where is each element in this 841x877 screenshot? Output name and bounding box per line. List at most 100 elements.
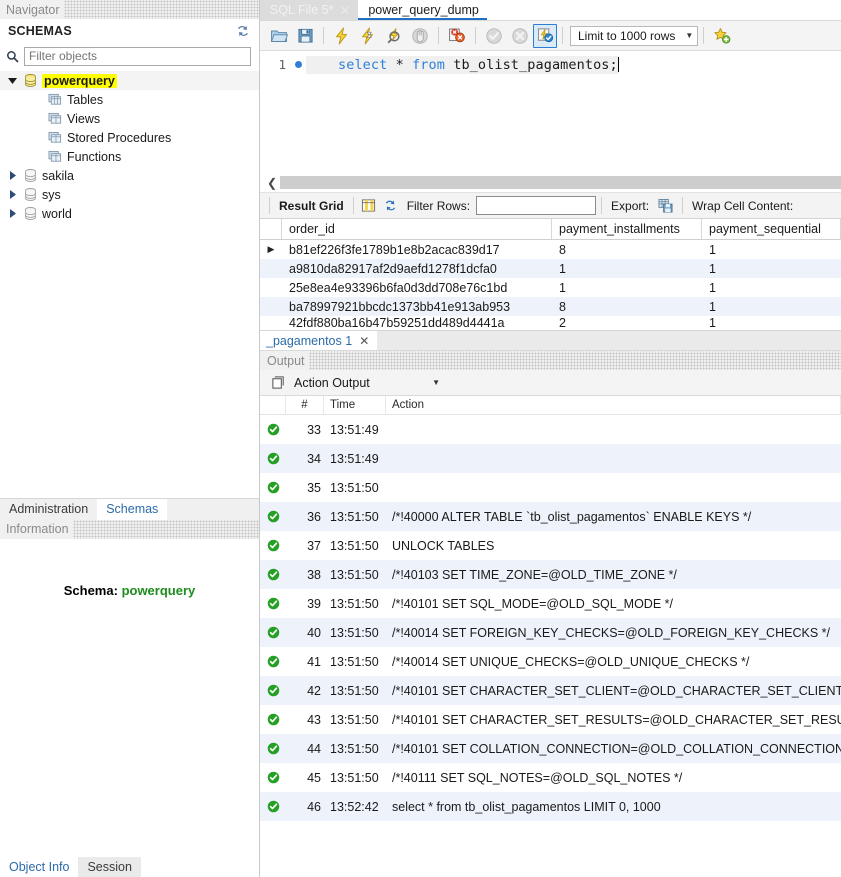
open-sql-script-icon[interactable] (266, 23, 292, 49)
output-row[interactable]: 46 13:52:42 select * from tb_olist_pagam… (260, 792, 841, 821)
chevron-down-icon[interactable]: ▼ (675, 31, 693, 40)
table-row[interactable]: a9810da82917af2d9aefd1278f1dcfa0 1 1 (260, 259, 841, 278)
scrollbar-thumb[interactable] (280, 176, 841, 189)
output-row[interactable]: 42 13:51:50 /*!40101 SET CHARACTER_SET_C… (260, 676, 841, 705)
output-row-time: 13:51:49 (330, 422, 379, 437)
output-row[interactable]: 43 13:51:50 /*!40101 SET CHARACTER_SET_R… (260, 705, 841, 734)
output-type-dropdown[interactable]: Action Output ▼ (294, 373, 444, 392)
cell-payment-sequential[interactable]: 1 (702, 316, 841, 330)
tab-sql-file-5[interactable]: SQL File 5* ✕ (260, 0, 359, 20)
cell-payment-installments[interactable]: 2 (552, 316, 702, 330)
row-limit-dropdown[interactable]: Limit to 1000 rows ▼ (570, 25, 699, 46)
export-recordset-icon[interactable] (653, 196, 677, 216)
cell-order-id[interactable]: a9810da82917af2d9aefd1278f1dcfa0 (282, 259, 552, 278)
result-subtabs: _pagamentos 1 ✕ (260, 330, 841, 350)
toolbar-separator (438, 27, 439, 44)
sql-editor[interactable]: 1 select * from tb_olist_pagamentos; (260, 51, 841, 173)
expand-arrow-right-icon[interactable] (6, 208, 19, 219)
tree-item-tables[interactable]: Tables (0, 90, 259, 109)
toggle-autocommit-icon[interactable] (533, 23, 557, 48)
result-grid-toolbar: Result Grid Filter Rows: Export: Wrap Ce… (260, 192, 841, 219)
filter-rows-input[interactable] (476, 196, 597, 215)
column-header-payment-installments[interactable]: payment_installments (552, 219, 702, 239)
tables-icon (48, 93, 63, 107)
output-row[interactable]: 41 13:51:50 /*!40014 SET UNIQUE_CHECKS=@… (260, 647, 841, 676)
execute-statement-icon[interactable] (329, 23, 355, 49)
table-row[interactable]: 25e8ea4e93396b6fa0d3dd708e76c1bd 1 1 (260, 278, 841, 297)
cell-payment-installments[interactable]: 8 (552, 297, 702, 316)
toggle-stop-on-error-icon[interactable] (444, 23, 470, 49)
cell-payment-sequential[interactable]: 1 (702, 259, 841, 278)
rollback-icon[interactable] (507, 23, 533, 49)
cell-payment-installments[interactable]: 1 (552, 278, 702, 297)
tree-item-world[interactable]: world (0, 204, 259, 223)
tab-administration[interactable]: Administration (0, 499, 97, 520)
expand-arrow-right-icon[interactable] (6, 170, 19, 181)
cell-payment-installments[interactable]: 1 (552, 259, 702, 278)
stop-execution-icon[interactable] (407, 23, 433, 49)
output-row[interactable]: 40 13:51:50 /*!40014 SET FOREIGN_KEY_CHE… (260, 618, 841, 647)
tree-item-powerquery[interactable]: powerquery (0, 71, 259, 90)
output-action-list[interactable]: 33 13:51:49 34 13:51:49 35 13:51:50 36 1… (260, 415, 841, 877)
column-header-payment-sequential[interactable]: payment_sequential (702, 219, 841, 239)
column-header-order-id[interactable]: order_id (282, 219, 552, 239)
explain-query-icon[interactable] (381, 23, 407, 49)
cell-order-id[interactable]: b81ef226f3fe1789b1e8b2acac839d17 (282, 240, 552, 259)
editor-horizontal-scrollbar[interactable]: ❮ (260, 173, 841, 192)
grid-view-icon[interactable] (359, 196, 379, 216)
close-icon[interactable]: ✕ (339, 4, 350, 17)
tree-item-functions[interactable]: Functions (0, 147, 259, 166)
beautify-sql-icon[interactable] (709, 23, 735, 49)
output-row[interactable]: 33 13:51:49 (260, 415, 841, 444)
schema-info-line: Schema: powerquery (0, 583, 259, 598)
chevron-left-icon[interactable]: ❮ (264, 176, 280, 190)
table-row[interactable]: ba78997921bbcdc1373bb41e913ab953 8 1 (260, 297, 841, 316)
output-row[interactable]: 34 13:51:49 (260, 444, 841, 473)
cell-payment-installments[interactable]: 8 (552, 240, 702, 259)
save-script-icon[interactable] (292, 23, 318, 49)
expand-arrow-right-icon[interactable] (6, 189, 19, 200)
tab-object-info[interactable]: Object Info (0, 857, 78, 877)
tree-item-sys[interactable]: sys (0, 185, 259, 204)
output-row[interactable]: 36 13:51:50 /*!40000 ALTER TABLE `tb_oli… (260, 502, 841, 531)
chevron-down-icon[interactable]: ▼ (432, 378, 440, 387)
close-icon[interactable]: ✕ (359, 334, 369, 348)
execute-current-statement-icon[interactable] (355, 23, 381, 49)
tree-item-stored-procedures[interactable]: Stored Procedures (0, 128, 259, 147)
output-row[interactable]: 44 13:51:50 /*!40101 SET COLLATION_CONNE… (260, 734, 841, 763)
output-row[interactable]: 39 13:51:50 /*!40101 SET SQL_MODE=@OLD_S… (260, 589, 841, 618)
cell-payment-sequential[interactable]: 1 (702, 240, 841, 259)
result-grid-label[interactable]: Result Grid (275, 199, 348, 213)
expand-arrow-down-icon[interactable] (6, 75, 19, 86)
tree-item-views[interactable]: Views (0, 109, 259, 128)
tab-power-query-dump[interactable]: power_query_dump (358, 0, 487, 20)
code-token-keyword: from (412, 56, 445, 73)
statement-marker-icon[interactable] (290, 61, 306, 68)
output-panel-icon[interactable] (268, 373, 288, 393)
commit-icon[interactable] (481, 23, 507, 49)
row-marker (260, 297, 282, 316)
filter-objects-input[interactable] (24, 46, 251, 66)
table-row[interactable]: ▶ b81ef226f3fe1789b1e8b2acac839d17 8 1 (260, 240, 841, 259)
result-tab-pagamentos[interactable]: _pagamentos 1 ✕ (260, 331, 378, 350)
status-ok-icon (260, 539, 286, 552)
cell-order-id[interactable]: 42fdf880ba16b47b59251dd489d4441a (282, 316, 552, 330)
table-row[interactable]: 42fdf880ba16b47b59251dd489d4441a 2 1 (260, 316, 841, 330)
cell-payment-sequential[interactable]: 1 (702, 278, 841, 297)
output-row-action: /*!40014 SET FOREIGN_KEY_CHECKS=@OLD_FOR… (392, 625, 830, 640)
refresh-rows-icon[interactable] (379, 196, 403, 216)
tree-item-sakila[interactable]: sakila (0, 166, 259, 185)
output-row[interactable]: 35 13:51:50 (260, 473, 841, 502)
tab-schemas[interactable]: Schemas (97, 498, 168, 520)
cell-payment-sequential[interactable]: 1 (702, 297, 841, 316)
refresh-icon[interactable] (235, 23, 251, 39)
code-text[interactable]: select * from tb_olist_pagamentos; (306, 55, 619, 74)
information-caption-label: Information (6, 522, 73, 536)
cell-order-id[interactable]: 25e8ea4e93396b6fa0d3dd708e76c1bd (282, 278, 552, 297)
output-row[interactable]: 45 13:51:50 /*!40111 SET SQL_NOTES=@OLD_… (260, 763, 841, 792)
tab-session[interactable]: Session (78, 857, 141, 877)
output-row[interactable]: 38 13:51:50 /*!40103 SET TIME_ZONE=@OLD_… (260, 560, 841, 589)
cell-order-id[interactable]: ba78997921bbcdc1373bb41e913ab953 (282, 297, 552, 316)
status-ok-icon (260, 568, 286, 581)
output-row[interactable]: 37 13:51:50 UNLOCK TABLES (260, 531, 841, 560)
